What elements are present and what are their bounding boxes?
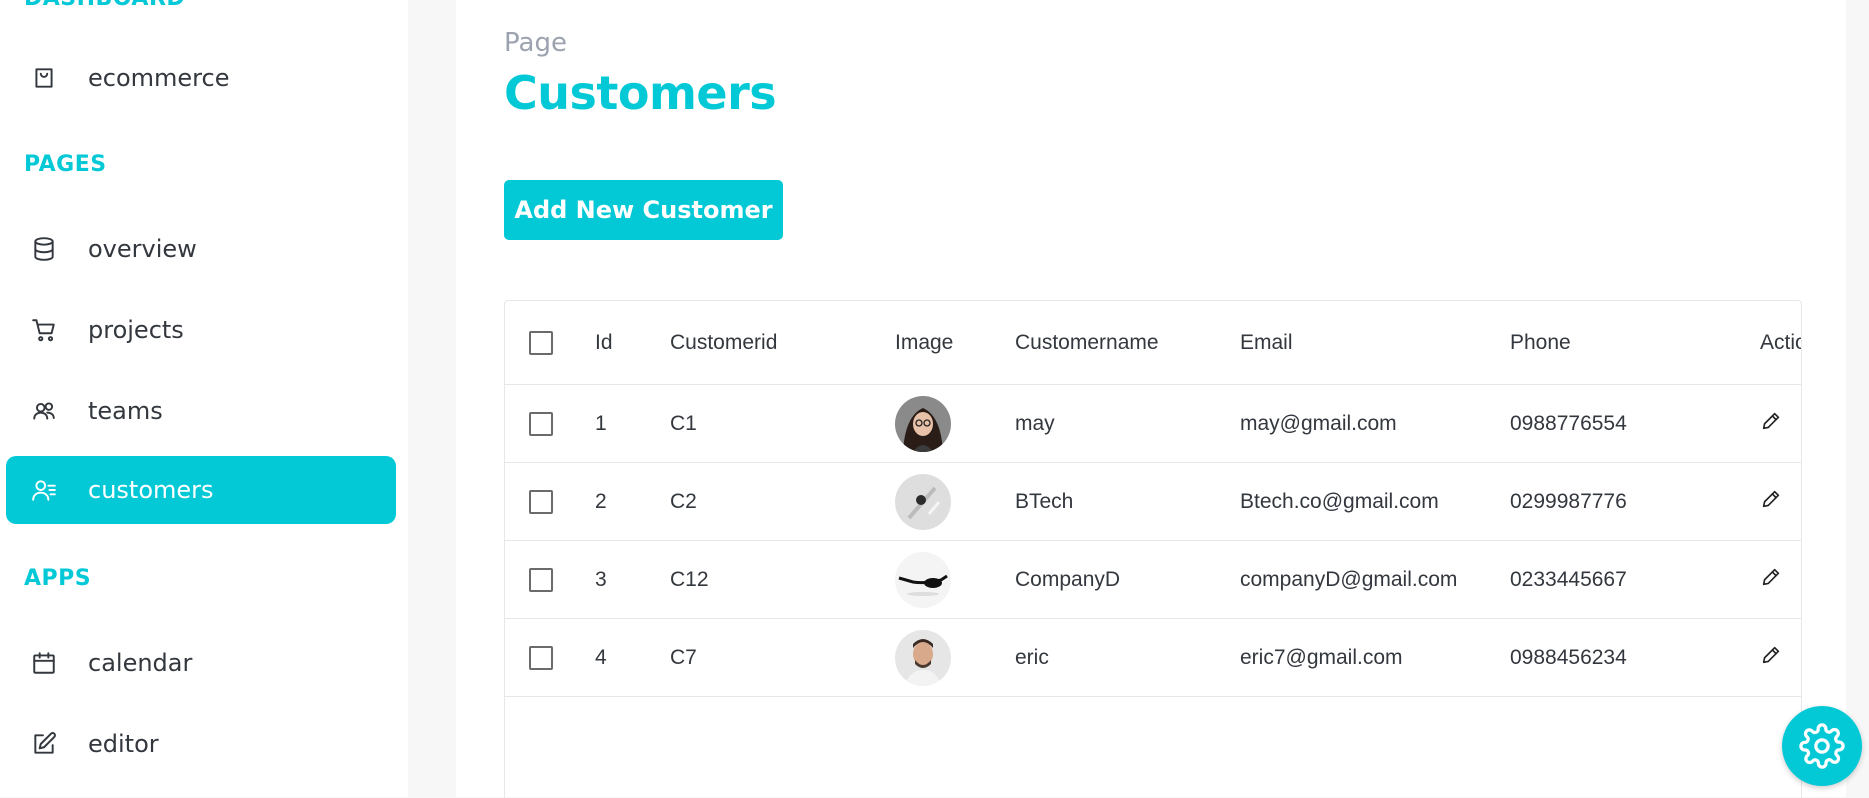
cell-phone: 0233445667 [1510,540,1760,619]
table-row: 4 C7 eric eric7@gmail.com 0988456234 [505,618,1801,697]
table-row: 1 C1 may may@gmail.com 0988776554 [505,384,1801,463]
sidebar-item-customers[interactable]: customers [6,456,396,524]
column-header-id[interactable]: Id [595,301,670,385]
cell-phone: 0299987776 [1510,462,1760,541]
page-title: Customers [504,66,777,120]
column-header-action[interactable]: Action [1760,301,1801,385]
sidebar-item-editor[interactable]: editor [6,710,396,778]
row-checkbox[interactable] [529,567,553,592]
sidebar-item-label: overview [88,235,197,263]
cell-email: may@gmail.com [1240,384,1510,463]
column-header-customerid[interactable]: Customerid [670,301,895,385]
table-row: 3 C12 CompanyD companyD@gmail.com 023344… [505,540,1801,619]
cell-phone: 0988456234 [1510,618,1760,697]
customer-avatar-woman [895,395,951,452]
sidebar-item-label: customers [88,476,214,504]
sidebar-item-label: ecommerce [88,64,230,92]
page-category: Page [504,28,567,58]
sidebar-section-apps: APPS [24,566,92,591]
customer-avatar-watch [895,473,951,530]
cell-customername: BTech [1015,462,1240,541]
cell-email: companyD@gmail.com [1240,540,1510,619]
sidebar: DASHBOARD ecommerce PAGES overview proje… [0,0,408,797]
cell-phone: 0988776554 [1510,384,1760,463]
table-header-row: Id Customerid Image Customername Email P… [505,301,1801,385]
pencil-icon[interactable] [1760,490,1782,515]
table-row: 2 C2 BTech Btech.co@gmail.com 0299987776 [505,462,1801,541]
cell-customerid: C12 [670,540,895,619]
sidebar-item-label: projects [88,316,184,344]
main-content: Page Customers Add New Customer Id Custo… [456,0,1846,798]
cell-id: 4 [595,618,670,697]
customers-grid: Id Customerid Image Customername Email P… [504,300,1802,798]
customers-icon [30,476,58,504]
cell-email: Btech.co@gmail.com [1240,462,1510,541]
cell-id: 3 [595,540,670,619]
row-checkbox[interactable] [529,645,553,670]
column-header-customername[interactable]: Customername [1015,301,1240,385]
add-new-customer-button[interactable]: Add New Customer [504,180,783,240]
sidebar-item-label: teams [88,397,163,425]
row-checkbox[interactable] [529,411,553,436]
sidebar-item-teams[interactable]: teams [6,377,396,445]
cell-id: 1 [595,384,670,463]
column-header-email[interactable]: Email [1240,301,1510,385]
sidebar-item-calendar[interactable]: calendar [6,629,396,697]
sidebar-section-dashboard: DASHBOARD [24,0,185,11]
sidebar-item-ecommerce[interactable]: ecommerce [6,44,396,112]
cell-id: 2 [595,462,670,541]
pencil-icon[interactable] [1760,412,1782,437]
cart-icon [30,316,58,344]
cell-email: eric7@gmail.com [1240,618,1510,697]
customers-table: Id Customerid Image Customername Email P… [505,301,1801,697]
cell-customername: may [1015,384,1240,463]
sidebar-item-overview[interactable]: overview [6,215,396,283]
cell-customerid: C7 [670,618,895,697]
database-icon [30,235,58,263]
sidebar-item-projects[interactable]: projects [6,296,396,364]
row-checkbox[interactable] [529,489,553,514]
sidebar-item-label: editor [88,730,159,758]
shopping-bag-icon [30,64,58,92]
pencil-icon[interactable] [1760,646,1782,671]
column-header-phone[interactable]: Phone [1510,301,1760,385]
cell-customerid: C2 [670,462,895,541]
customer-avatar-man [895,629,951,686]
edit-icon [30,730,58,758]
select-all-checkbox[interactable] [529,330,553,355]
customer-avatar-glasses [895,551,951,608]
users-icon [30,397,58,425]
calendar-icon [30,649,58,677]
sidebar-section-pages: PAGES [24,152,107,177]
pencil-icon[interactable] [1760,568,1782,593]
gear-icon [1799,723,1845,769]
cell-customername: CompanyD [1015,540,1240,619]
settings-button[interactable] [1782,706,1862,786]
column-header-image[interactable]: Image [895,301,1015,385]
cell-customername: eric [1015,618,1240,697]
sidebar-item-label: calendar [88,649,193,677]
cell-customerid: C1 [670,384,895,463]
